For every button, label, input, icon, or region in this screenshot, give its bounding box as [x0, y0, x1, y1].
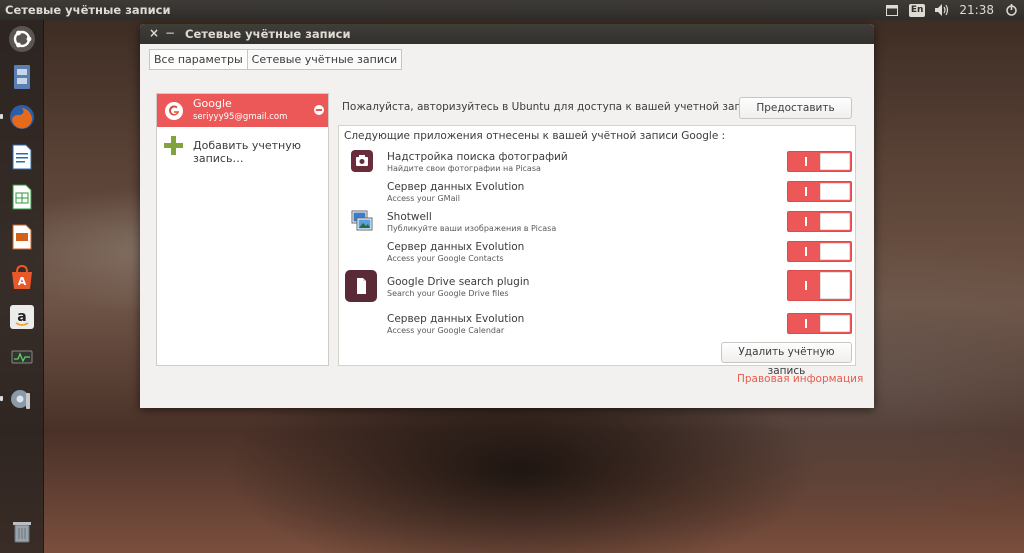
legal-notice-link[interactable]: Правовая информация: [737, 373, 863, 385]
ubuntu-dash-icon[interactable]: [5, 22, 39, 56]
launcher: A a: [0, 20, 44, 553]
window-title: Сетевые учётные записи: [185, 27, 351, 41]
app-row: Надстройка поиска фотографий Найдите сво…: [339, 148, 855, 178]
clock[interactable]: 21:38: [959, 3, 994, 17]
app-name: Shotwell: [387, 211, 432, 223]
keyboard-layout-indicator[interactable]: En: [908, 3, 926, 17]
auth-bar: Пожалуйста, авторизуйтесь в Ubuntu для д…: [338, 95, 856, 134]
top-panel-title: Сетевые учётные записи: [5, 3, 171, 17]
minimize-icon[interactable]: −: [163, 26, 177, 40]
ubuntu-software-center-icon[interactable]: A: [5, 260, 39, 294]
volume-icon[interactable]: [935, 3, 949, 17]
app-name: Надстройка поиска фотографий: [387, 151, 568, 163]
shotwell-icon: [351, 210, 373, 231]
app-name: Google Drive search plugin: [387, 276, 530, 288]
app-row: Сервер данных Evolution Access your Goog…: [339, 238, 855, 268]
breadcrumb-all-settings[interactable]: Все параметры: [149, 49, 248, 70]
trash-icon[interactable]: [5, 514, 39, 548]
svg-text:a: a: [17, 309, 26, 325]
libreoffice-calc-icon[interactable]: [5, 180, 39, 214]
app-toggle-switch[interactable]: [787, 181, 852, 202]
accounts-sidebar: Google seriyyy95@gmail.com Добавить учет…: [156, 93, 329, 366]
app-description: Search your Google Drive files: [387, 289, 509, 298]
app-toggle-switch[interactable]: [787, 151, 852, 172]
account-item-google[interactable]: Google seriyyy95@gmail.com: [157, 94, 328, 127]
app-toggle-switch[interactable]: [787, 241, 852, 262]
svg-text:A: A: [18, 275, 27, 288]
app-toggle-switch[interactable]: [787, 313, 852, 334]
system-tray: En 21:38: [885, 0, 1018, 20]
breadcrumb-online-accounts[interactable]: Сетевые учётные записи: [247, 49, 403, 70]
app-row: Google Drive search plugin Search your G…: [339, 268, 855, 304]
app-description: Публикуйте ваши изображения в Picasa: [387, 224, 557, 233]
top-panel: Сетевые учётные записи En 21:38: [0, 0, 1024, 20]
libreoffice-impress-icon[interactable]: [5, 220, 39, 254]
system-monitor-icon[interactable]: [5, 340, 39, 374]
app-name: Сервер данных Evolution: [387, 241, 525, 253]
account-name: Google: [193, 97, 232, 110]
google-icon: [165, 102, 183, 120]
app-row: Сервер данных Evolution Access your Goog…: [339, 310, 855, 340]
app-description: Access your Google Contacts: [387, 254, 504, 263]
app-name: Сервер данных Evolution: [387, 181, 525, 193]
grant-access-button[interactable]: Предоставить доступ: [739, 97, 852, 134]
libreoffice-writer-icon[interactable]: [5, 140, 39, 174]
app-toggle-switch[interactable]: [787, 270, 852, 301]
add-account-item[interactable]: Добавить учетную запись…: [157, 127, 328, 165]
app-description: Access your GMail: [387, 194, 460, 203]
amazon-icon[interactable]: a: [5, 300, 39, 334]
app-row: Shotwell Публикуйте ваши изображения в P…: [339, 208, 855, 238]
google-drive-plugin-icon: [345, 270, 377, 302]
app-name: Сервер данных Evolution: [387, 313, 525, 325]
window-titlebar[interactable]: × − Сетевые учётные записи: [140, 24, 874, 44]
app-toggle-switch[interactable]: [787, 211, 852, 232]
add-account-label: Добавить учетную запись…: [193, 139, 302, 165]
apps-header: Следующие приложения отнесены к вашей уч…: [344, 130, 726, 142]
app-description: Access your Google Calendar: [387, 326, 505, 335]
apps-panel: Следующие приложения отнесены к вашей уч…: [338, 125, 856, 366]
breadcrumb: Все параметры Сетевые учётные записи: [149, 49, 403, 70]
files-icon[interactable]: [5, 60, 39, 94]
window-icon[interactable]: [885, 3, 899, 17]
camera-icon: [351, 150, 373, 172]
online-accounts-window: × − Сетевые учётные записи Все параметры…: [140, 24, 874, 408]
app-row: Сервер данных Evolution Access your GMai…: [339, 178, 855, 208]
remove-account-button[interactable]: Удалить учётную запись: [721, 342, 852, 377]
firefox-icon[interactable]: [0, 100, 39, 134]
settings-icon[interactable]: [0, 382, 39, 416]
account-email: seriyyy95@gmail.com: [193, 112, 288, 122]
plus-icon: [164, 136, 183, 155]
remove-account-icon[interactable]: [314, 105, 324, 115]
app-description: Найдите свои фотографии на Picasa: [387, 164, 541, 173]
close-icon[interactable]: ×: [147, 26, 161, 40]
power-gear-icon[interactable]: [1004, 3, 1018, 17]
